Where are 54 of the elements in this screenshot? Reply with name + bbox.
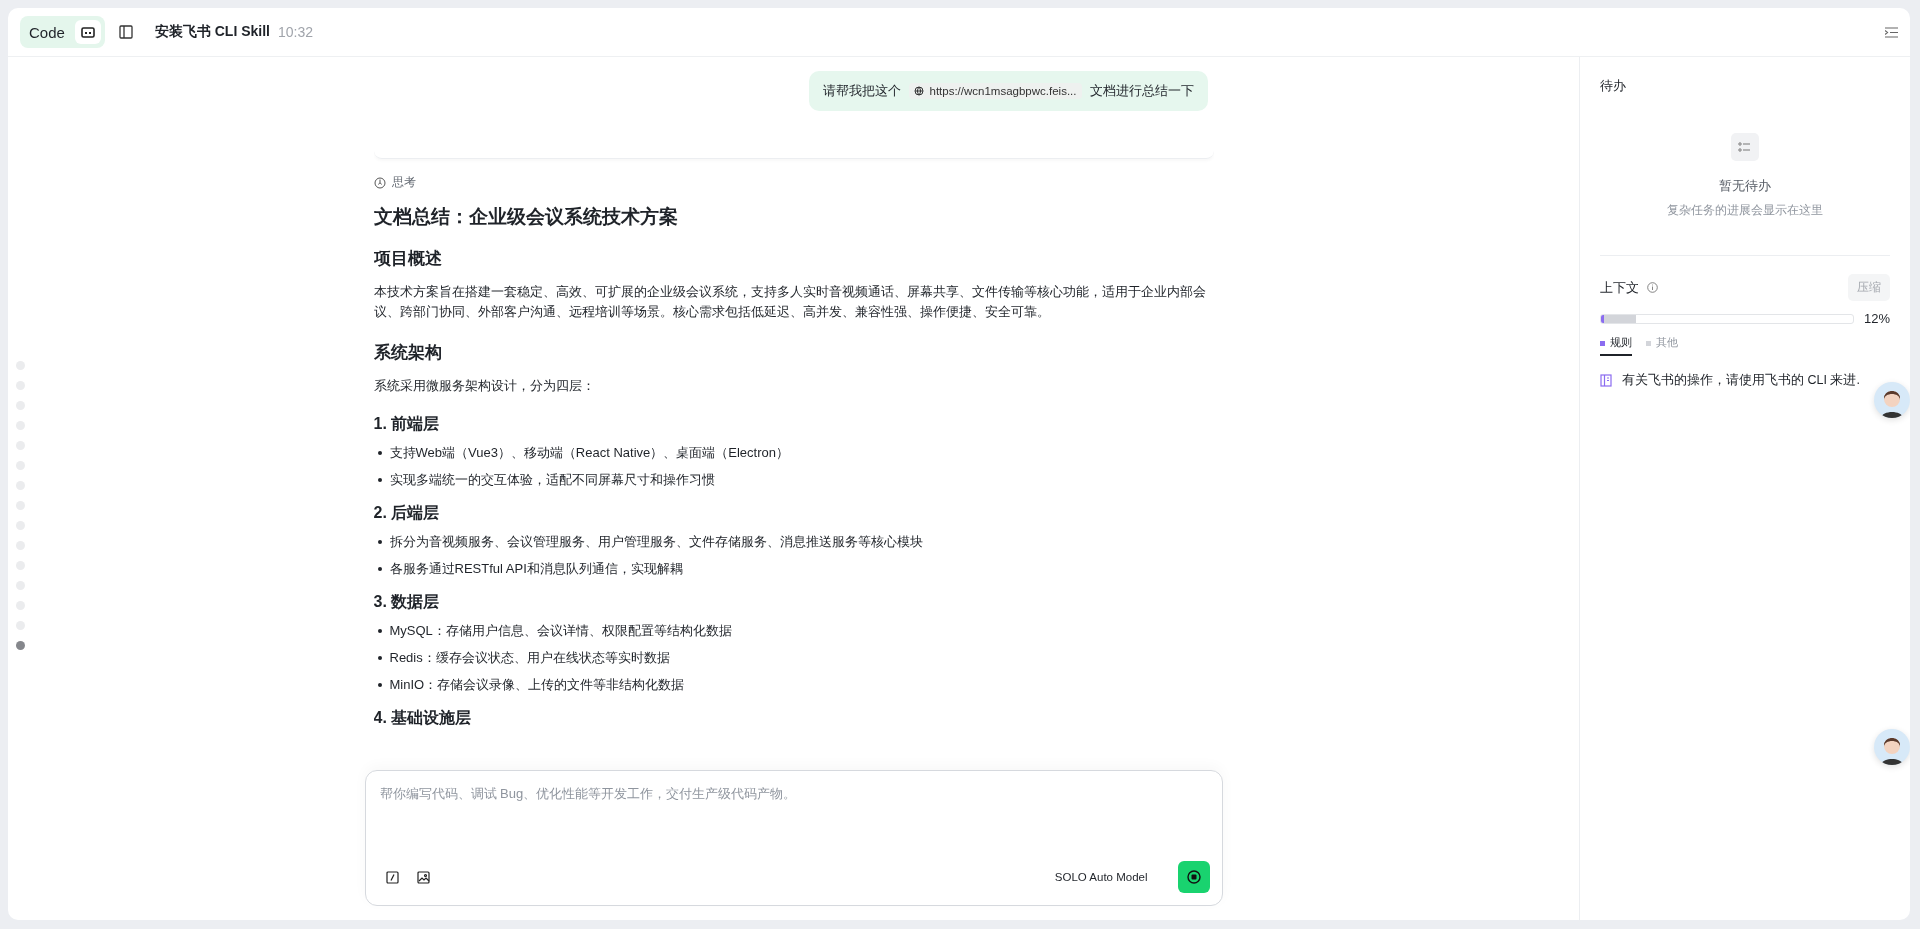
thinking-icon bbox=[373, 176, 386, 189]
bullet-icon bbox=[377, 450, 382, 455]
panel-title: 待办 bbox=[1600, 77, 1627, 95]
panel-toggle-icon[interactable] bbox=[1885, 26, 1898, 38]
subsection-heading: 4. 基础设施层 bbox=[373, 708, 473, 728]
globe-icon bbox=[914, 86, 925, 96]
terminal-icon bbox=[80, 26, 95, 38]
empty-state-hint: 复杂任务的进展会显示在这里 bbox=[1667, 202, 1823, 219]
paragraph: 系统采用微服务架构设计，分为四层： bbox=[373, 377, 596, 395]
message-input[interactable]: 帮你编写代码、调试 Bug、优化性能等开发工作，交付生产级代码产物。 SOLO Auto Model bbox=[364, 770, 1223, 906]
bullet-item: MinIO：存储会议录像、上传的文件等非结构化数据 bbox=[389, 675, 685, 694]
bullet-item: Redis：缓存会议状态、用户在线状态等实时数据 bbox=[389, 648, 670, 667]
stop-icon bbox=[1186, 870, 1201, 884]
bullet-icon bbox=[377, 655, 382, 660]
bullet-item: MySQL：存储用户信息、会议详情、权限配置等结构化数据 bbox=[389, 621, 732, 640]
sidebar-icon[interactable] bbox=[118, 25, 133, 39]
avatar-icon[interactable] bbox=[1874, 382, 1910, 418]
rule-text: 有关飞书的操作，请使用飞书的 CLI 来进. bbox=[1622, 372, 1860, 389]
thinking-label[interactable]: 思考 bbox=[391, 175, 416, 190]
document-icon bbox=[1600, 374, 1612, 387]
section-heading: 系统架构 bbox=[373, 342, 443, 363]
message-text: 文档进行总结一下 bbox=[1089, 82, 1194, 100]
subsection-heading: 3. 数据层 bbox=[373, 592, 441, 612]
usage-percentage: 12% bbox=[1863, 311, 1890, 326]
bullet-item: 各服务通过RESTful API和消息队列通信，实现解耦 bbox=[389, 559, 683, 578]
bullet-icon bbox=[377, 682, 382, 687]
image-icon[interactable] bbox=[416, 870, 430, 884]
bullet-icon bbox=[377, 539, 382, 544]
empty-state-title: 暂无待办 bbox=[1719, 177, 1771, 195]
paragraph: 本技术方案旨在搭建一套稳定、高效、可扩展的企业级会议系统，支持多人实时音视频通话、屏幕共享、文件传输等核心功能，适用于企业内部会议、跨部门协同、外部客户沟通、远程培训等场景。核心需求包括低延迟、高并发、兼容性强、操作便捷、安全可靠。 bbox=[373, 283, 1207, 321]
bullet-icon bbox=[377, 477, 382, 482]
section-heading: 项目概述 bbox=[373, 248, 443, 269]
slash-command-icon[interactable] bbox=[385, 870, 399, 884]
list-icon bbox=[1731, 133, 1759, 161]
bullet-icon bbox=[377, 566, 382, 571]
info-icon[interactable] bbox=[1647, 282, 1658, 293]
mode-toggle[interactable]: Code bbox=[20, 16, 105, 48]
bullet-item: 支持Web端（Vue3）、移动端（React Native）、桌面端（Electron） bbox=[389, 443, 789, 462]
session-time: 10:32 bbox=[278, 24, 314, 40]
session-title: 安装飞书 CLI Skill bbox=[154, 23, 270, 41]
panel-title: 上下文 bbox=[1600, 278, 1639, 297]
document-title: 文档总结：企业级会议系统技术方案 bbox=[373, 205, 679, 229]
subsection-heading: 1. 前端层 bbox=[373, 414, 441, 434]
avatar-icon[interactable] bbox=[1874, 729, 1910, 765]
message-text: 请帮我把这个 bbox=[823, 82, 902, 100]
link-chip[interactable]: https://wcn1msagbpwc.feis... bbox=[909, 83, 1082, 99]
stop-button[interactable] bbox=[1177, 861, 1210, 893]
model-selector[interactable]: SOLO Auto Model bbox=[1054, 871, 1148, 883]
bullet-icon bbox=[377, 628, 382, 633]
bullet-item: 拆分为音视频服务、会议管理服务、用户管理服务、文件存储服务、消息推送服务等核心模块 bbox=[389, 532, 923, 551]
subsection-heading: 2. 后端层 bbox=[373, 503, 441, 523]
nav-dot[interactable] bbox=[16, 641, 25, 650]
bullet-item: 实现多端统一的交互体验，适配不同屏幕尺寸和操作习惯 bbox=[389, 470, 715, 489]
legend-tab[interactable]: 规则 bbox=[1600, 336, 1632, 356]
